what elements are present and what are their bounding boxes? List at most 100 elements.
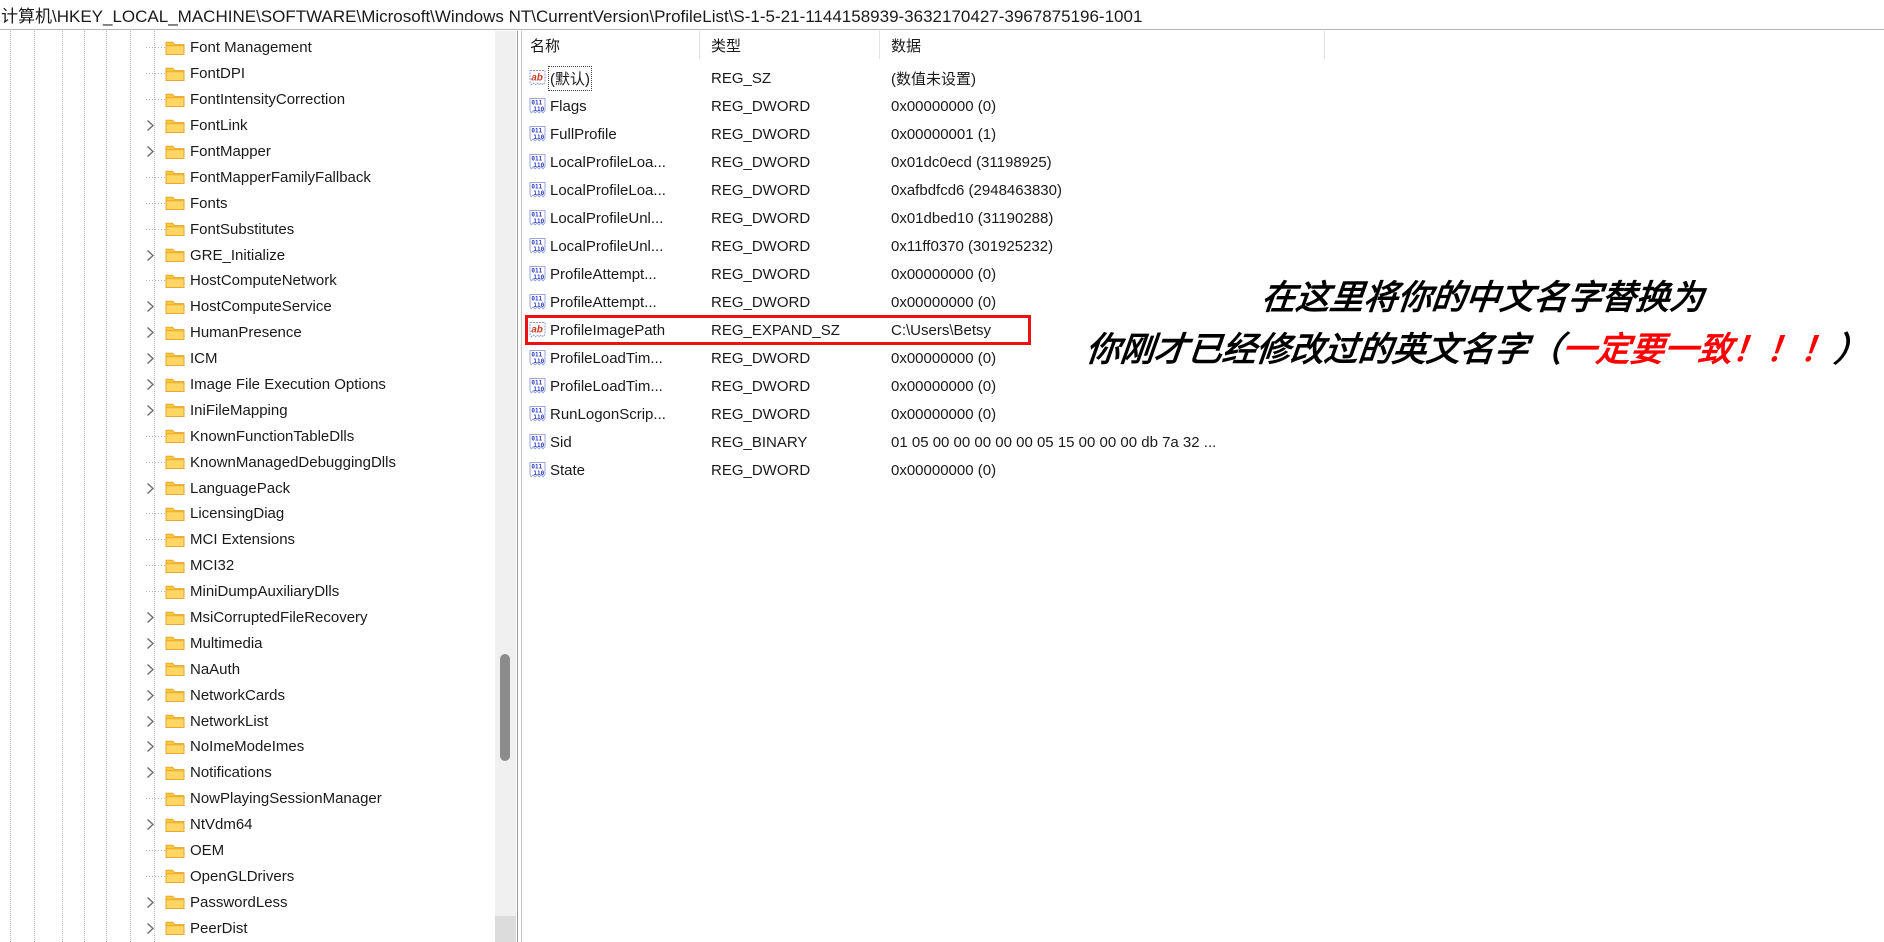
column-header-type[interactable]: 类型 (700, 31, 880, 59)
chevron-right-icon[interactable] (146, 480, 165, 496)
tree-item-licensingdiag[interactable]: LicensingDiag (0, 501, 495, 527)
registry-value-row[interactable]: 011110 State REG_DWORD 0x00000000 (0) (523, 456, 1884, 484)
scrollbar-thumb[interactable] (500, 654, 510, 761)
tree-connector-line (146, 850, 165, 851)
registry-editor-window: 计算机\HKEY_LOCAL_MACHINE\SOFTWARE\Microsof… (0, 0, 1884, 942)
chevron-right-icon[interactable] (146, 687, 165, 703)
tree-item-passwordless[interactable]: PasswordLess (0, 889, 495, 915)
tree-item-font-management[interactable]: Font Management (0, 35, 495, 61)
folder-icon (165, 402, 185, 418)
value-name: LocalProfileLoa... (550, 182, 666, 199)
tree-item-ntvdm64[interactable]: NtVdm64 (0, 812, 495, 838)
column-header-name[interactable]: 名称 (523, 31, 700, 59)
chevron-right-icon[interactable] (146, 610, 165, 626)
tree-item-mci32[interactable]: MCI32 (0, 553, 495, 579)
tree-item-fontmapper[interactable]: FontMapper (0, 139, 495, 165)
tree-item-gre-initialize[interactable]: GRE_Initialize (0, 242, 495, 268)
dword-value-icon: 011110 (528, 97, 547, 115)
chevron-right-icon[interactable] (146, 118, 165, 134)
chevron-right-icon[interactable] (146, 739, 165, 755)
tree-item-inifilemapping[interactable]: IniFileMapping (0, 397, 495, 423)
registry-value-row[interactable]: 011110 LocalProfileUnl... REG_DWORD 0x01… (523, 204, 1884, 232)
tree-item-languagepack[interactable]: LanguagePack (0, 475, 495, 501)
chevron-right-icon[interactable] (146, 402, 165, 418)
chevron-right-icon[interactable] (146, 351, 165, 367)
svg-text:ab: ab (531, 325, 543, 336)
tree-connector-line (146, 876, 165, 877)
registry-value-row[interactable]: 011110 LocalProfileUnl... REG_DWORD 0x11… (523, 232, 1884, 260)
tree-item-opengldrivers[interactable]: OpenGLDrivers (0, 864, 495, 890)
tree-item-msicorruptedfilerecovery[interactable]: MsiCorruptedFileRecovery (0, 605, 495, 631)
registry-value-row[interactable]: 011110 RunLogonScrip... REG_DWORD 0x0000… (523, 400, 1884, 428)
chevron-right-icon[interactable] (146, 377, 165, 393)
annotation-note: 在这里将你的中文名字替换为 你刚才已经修改过的英文名字（一定要一致！！！） (1075, 272, 1884, 376)
chevron-right-icon[interactable] (146, 765, 165, 781)
tree-item-oem[interactable]: OEM (0, 838, 495, 864)
tree-item-fontmapperfamilyfallback[interactable]: FontMapperFamilyFallback (0, 164, 495, 190)
tree-item-fontintensitycorrection[interactable]: FontIntensityCorrection (0, 87, 495, 113)
tree-item-nowplayingsessionmanager[interactable]: NowPlayingSessionManager (0, 786, 495, 812)
tree-vertical-scrollbar[interactable] (495, 31, 516, 942)
registry-value-row[interactable]: 011110 ProfileLoadTim... REG_DWORD 0x000… (523, 372, 1884, 400)
tree-item-label: OEM (190, 842, 224, 859)
chevron-right-icon[interactable] (146, 920, 165, 936)
registry-value-row[interactable]: ab (默认) REG_SZ (数值未设置) (523, 64, 1884, 92)
tree-item-icm[interactable]: ICM (0, 346, 495, 372)
folder-icon (165, 687, 185, 703)
tree-item-image-file-execution-options[interactable]: Image File Execution Options (0, 372, 495, 398)
folder-icon (165, 868, 185, 884)
panel-splitter[interactable] (517, 31, 518, 942)
tree-item-minidumpauxiliarydlls[interactable]: MiniDumpAuxiliaryDlls (0, 579, 495, 605)
chevron-right-icon[interactable] (146, 894, 165, 910)
chevron-right-icon[interactable] (146, 247, 165, 263)
tree-item-peerdist[interactable]: PeerDist (0, 915, 495, 941)
value-type: REG_SZ (700, 70, 880, 87)
tree-item-naauth[interactable]: NaAuth (0, 656, 495, 682)
tree-item-humanpresence[interactable]: HumanPresence (0, 320, 495, 346)
tree-item-knownmanageddebuggingdlls[interactable]: KnownManagedDebuggingDlls (0, 449, 495, 475)
tree-item-hostcomputenetwork[interactable]: HostComputeNetwork (0, 268, 495, 294)
tree-item-label: NetworkList (190, 713, 268, 730)
tree-item-multimedia[interactable]: Multimedia (0, 630, 495, 656)
value-name: ProfileAttempt... (550, 294, 657, 311)
value-type: REG_BINARY (700, 434, 880, 451)
tree-item-fonts[interactable]: Fonts (0, 190, 495, 216)
tree-item-fontdpi[interactable]: FontDPI (0, 61, 495, 87)
annotation-line2: 你刚才已经修改过的英文名字（一定要一致！！！） (1075, 324, 1880, 376)
chevron-right-icon[interactable] (146, 299, 165, 315)
tree-item-notifications[interactable]: Notifications (0, 760, 495, 786)
value-data: 0x01dbed10 (31190288) (880, 210, 1053, 227)
tree-item-networkcards[interactable]: NetworkCards (0, 682, 495, 708)
chevron-right-icon[interactable] (146, 325, 165, 341)
registry-value-row[interactable]: 011110 Sid REG_BINARY 01 05 00 00 00 00 … (523, 428, 1884, 456)
registry-tree-panel: Font Management FontDPI FontIntensityCor… (0, 31, 517, 942)
chevron-right-icon[interactable] (146, 817, 165, 833)
chevron-right-icon[interactable] (146, 635, 165, 651)
registry-value-row[interactable]: 011110 LocalProfileLoa... REG_DWORD 0x01… (523, 148, 1884, 176)
registry-value-row[interactable]: 011110 LocalProfileLoa... REG_DWORD 0xaf… (523, 176, 1884, 204)
tree-item-fontlink[interactable]: FontLink (0, 113, 495, 139)
tree-item-hostcomputeservice[interactable]: HostComputeService (0, 294, 495, 320)
tree-item-networklist[interactable]: NetworkList (0, 708, 495, 734)
chevron-right-icon[interactable] (146, 713, 165, 729)
column-header-data[interactable]: 数据 (880, 31, 1325, 59)
tree-item-noimemodeimes[interactable]: NoImeModeImes (0, 734, 495, 760)
tree-connector-line (146, 565, 165, 566)
folder-icon (165, 454, 185, 470)
folder-icon (165, 351, 185, 367)
tree-item-knownfunctiontabledlls[interactable]: KnownFunctionTableDlls (0, 423, 495, 449)
tree-item-label: HostComputeNetwork (190, 272, 337, 289)
registry-value-row[interactable]: 011110 Flags REG_DWORD 0x00000000 (0) (523, 92, 1884, 120)
tree-connector-line (146, 798, 165, 799)
folder-icon (165, 610, 185, 626)
value-type: REG_DWORD (700, 406, 880, 423)
address-bar[interactable]: 计算机\HKEY_LOCAL_MACHINE\SOFTWARE\Microsof… (0, 0, 1884, 30)
svg-text:110: 110 (533, 386, 544, 393)
tree-connector-line (146, 73, 165, 74)
chevron-right-icon[interactable] (146, 144, 165, 160)
tree-item-fontsubstitutes[interactable]: FontSubstitutes (0, 216, 495, 242)
scrollbar-corner (495, 916, 516, 942)
registry-value-row[interactable]: 011110 FullProfile REG_DWORD 0x00000001 … (523, 120, 1884, 148)
chevron-right-icon[interactable] (146, 661, 165, 677)
tree-item-mci-extensions[interactable]: MCI Extensions (0, 527, 495, 553)
